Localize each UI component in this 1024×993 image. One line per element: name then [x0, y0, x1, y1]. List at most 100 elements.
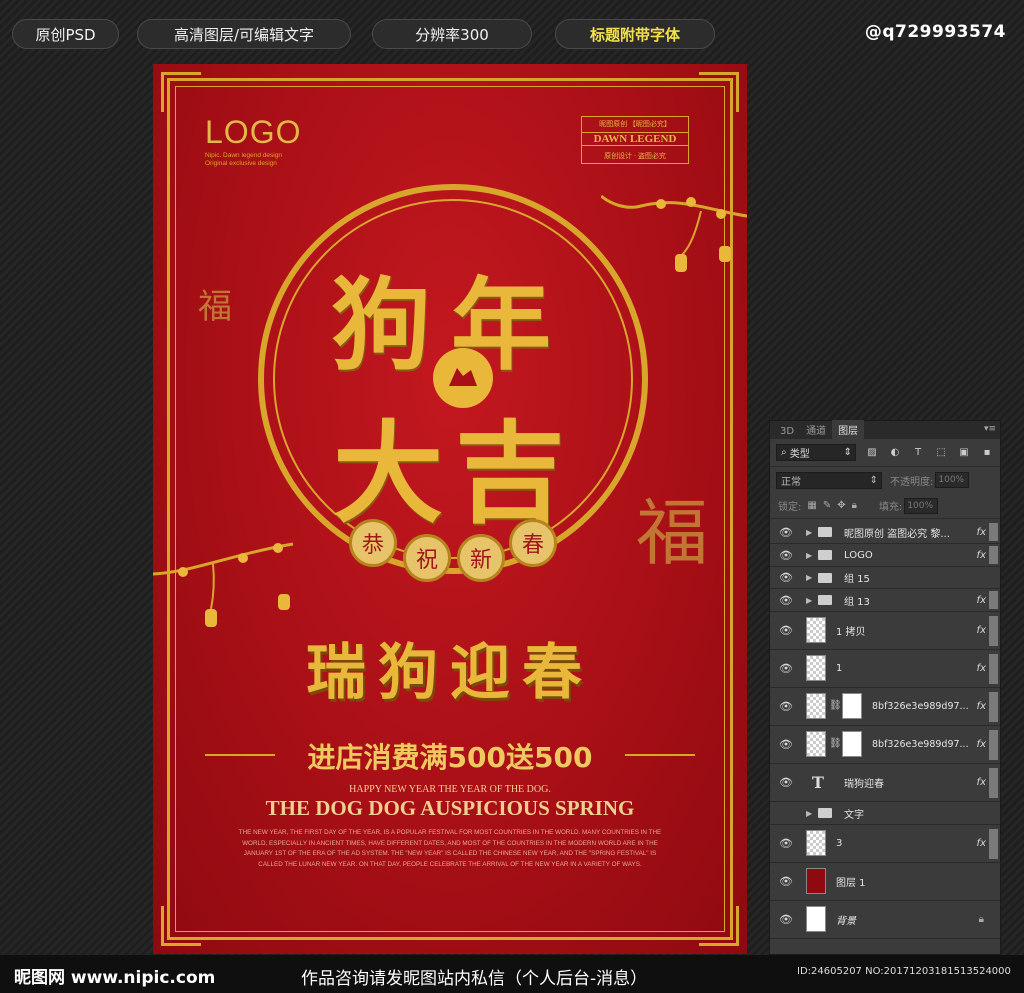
panel-menu-icon[interactable]: ▾≡ [984, 424, 996, 434]
lock-transparent-icon[interactable]: ▦ [807, 500, 816, 511]
tab-channels[interactable]: 通道 [800, 420, 832, 439]
happy-new-year-line: HAPPY NEW YEAR THE YEAR OF THE DOG. [349, 784, 551, 795]
fill-field[interactable]: 100% [904, 497, 939, 514]
lock-icon[interactable]: 🔒︎ [979, 914, 984, 925]
fx-icon[interactable]: fx [977, 550, 986, 561]
coin-zhu: 祝 [403, 534, 451, 582]
fx-icon[interactable]: fx [977, 701, 986, 712]
coin-gong: 恭 [349, 519, 397, 567]
frame-corner-tr [699, 72, 739, 112]
tab-layers[interactable]: 图层 [832, 420, 865, 439]
visibility-eye-icon[interactable]: 👁︎ [779, 624, 793, 637]
effects-scroll-indicator[interactable] [989, 768, 998, 798]
contact-notice: 作品咨询请发昵图站内私信（个人后台-消息） [301, 969, 648, 989]
blend-mode-select[interactable]: 正常 ⇕ [776, 471, 882, 489]
kind-filter-select[interactable]: ⌕ 类型 ⇕ [776, 444, 856, 461]
effects-scroll-indicator[interactable] [989, 692, 998, 722]
effects-scroll-indicator[interactable] [989, 523, 998, 541]
layer-row[interactable]: 👁︎ ▶ 组 15 [770, 567, 1000, 589]
frame-corner-br [699, 906, 739, 946]
lock-all-icon[interactable]: 🔒︎ [852, 500, 857, 511]
expand-triangle-icon[interactable]: ▶ [806, 528, 812, 537]
layer-row[interactable]: ▶ 文字 [770, 802, 1000, 825]
layer-name: 1 [836, 663, 843, 674]
mask-link-icon[interactable]: ⛓︎ [829, 700, 842, 711]
expand-triangle-icon[interactable]: ▶ [806, 596, 812, 605]
layer-row[interactable]: 👁︎ T 瑞狗迎春 fx [770, 764, 1000, 802]
layer-row[interactable]: 👁︎ ⛓︎ 8bf326e3e989d97... fx [770, 688, 1000, 726]
fx-icon[interactable]: fx [977, 777, 986, 788]
layer-mask-thumbnail[interactable] [842, 731, 862, 757]
promo-text: 进店消费满500送500 [307, 741, 593, 774]
effects-scroll-indicator[interactable] [989, 829, 998, 859]
folder-icon [818, 527, 832, 537]
visibility-eye-icon[interactable]: 👁︎ [779, 776, 793, 789]
expand-triangle-icon[interactable]: ▶ [806, 551, 812, 560]
tab-3d[interactable]: 3D [774, 424, 800, 439]
lock-row: 锁定: ▦ ✎ ✥ 🔒︎ 填充: 100% [770, 493, 1000, 519]
layer-thumbnail [806, 617, 826, 643]
expand-triangle-icon[interactable]: ▶ [806, 573, 812, 582]
filter-toggle-icon[interactable]: ▪ [980, 446, 994, 460]
expand-triangle-icon[interactable]: ▶ [806, 809, 812, 818]
layer-mask-thumbnail[interactable] [842, 693, 862, 719]
visibility-eye-icon[interactable]: 👁︎ [779, 875, 793, 888]
layer-row[interactable]: 👁︎ ▶ 组 13 fx [770, 589, 1000, 612]
visibility-eye-icon[interactable]: 👁︎ [779, 913, 793, 926]
fx-icon[interactable]: fx [977, 838, 986, 849]
effects-scroll-indicator[interactable] [989, 546, 998, 564]
effects-scroll-indicator[interactable] [989, 654, 998, 684]
fx-icon[interactable]: fx [977, 595, 986, 606]
fu-character-right: 福 [636, 491, 709, 575]
kind-filter-value: 类型 [789, 449, 810, 460]
layer-thumbnail [806, 731, 826, 757]
lock-label: 锁定: [778, 502, 802, 513]
layers-panel: 3D 通道 图层 ▾≡ ⌕ 类型 ⇕ ▨ ◐ T ⬚ ▣ ▪ 正常 ⇕ 不透明度… [769, 420, 1001, 955]
layer-row[interactable]: 👁︎ ▶ LOGO fx [770, 544, 1000, 567]
layer-thumbnail [806, 868, 826, 894]
visibility-eye-icon[interactable]: 👁︎ [779, 594, 793, 607]
lock-position-icon[interactable]: ✥ [837, 500, 845, 511]
layer-name: 1 拷贝 [836, 627, 866, 638]
top-banner: 原创PSD 高清图层/可编辑文字 分辨率300 标题附带字体 @q7299935… [0, 0, 1024, 62]
layer-name: 昵图原创 盗图必究 黎... [844, 528, 950, 540]
layer-row[interactable]: 👁︎ 1 fx [770, 650, 1000, 688]
visibility-eye-icon[interactable]: 👁︎ [779, 738, 793, 751]
effects-scroll-indicator[interactable] [989, 616, 998, 646]
layer-row[interactable]: 👁︎ 背景 🔒︎ [770, 901, 1000, 939]
type-filter-icon[interactable]: T [911, 446, 925, 460]
dawn-badge-line-2: DAWN LEGEND [582, 132, 688, 146]
mask-link-icon[interactable]: ⛓︎ [829, 738, 842, 749]
effects-scroll-indicator[interactable] [989, 591, 998, 609]
opacity-field[interactable]: 100% [935, 472, 970, 488]
frame-corner-tl [161, 72, 201, 112]
layer-row[interactable]: 👁︎ ⛓︎ 8bf326e3e989d97... fx [770, 726, 1000, 764]
visibility-eye-icon[interactable]: 👁︎ [779, 700, 793, 713]
layer-row[interactable]: 👁︎ 1 拷贝 fx [770, 612, 1000, 650]
dog-emblem-icon [433, 348, 493, 408]
layer-row[interactable]: 👁︎ 3 fx [770, 825, 1000, 863]
visibility-eye-icon[interactable]: 👁︎ [779, 526, 793, 539]
dawn-legend-badge: 昵图原创 【昵图必究】 DAWN LEGEND 原创设计 · 盗图必究 [581, 116, 689, 164]
fx-icon[interactable]: fx [977, 739, 986, 750]
effects-scroll-indicator[interactable] [989, 730, 998, 760]
visibility-eye-icon[interactable]: 👁︎ [779, 837, 793, 850]
smart-object-filter-icon[interactable]: ▣ [957, 446, 971, 460]
fx-icon[interactable]: fx [977, 527, 986, 538]
visibility-eye-icon[interactable]: 👁︎ [779, 662, 793, 675]
layer-row[interactable]: 👁︎ 图层 1 [770, 863, 1000, 901]
visibility-eye-icon[interactable]: 👁︎ [779, 571, 793, 584]
shape-filter-icon[interactable]: ⬚ [934, 446, 948, 460]
select-arrows-icon: ⇕ [869, 474, 878, 486]
fx-icon[interactable]: fx [977, 663, 986, 674]
layer-row[interactable]: 👁︎ ▶ 昵图原创 盗图必究 黎... fx [770, 521, 1000, 544]
layer-thumbnail [806, 906, 826, 932]
visibility-eye-icon[interactable]: 👁︎ [779, 549, 793, 562]
layer-name: 文字 [844, 809, 864, 821]
coin-chun: 春 [509, 519, 557, 567]
image-filter-icon[interactable]: ▨ [865, 446, 879, 460]
logo-sub-line-1: Nipic. Dawn legend design [205, 152, 282, 159]
fx-icon[interactable]: fx [977, 625, 986, 636]
lock-image-icon[interactable]: ✎ [823, 500, 831, 511]
adjustment-filter-icon[interactable]: ◐ [888, 446, 902, 460]
